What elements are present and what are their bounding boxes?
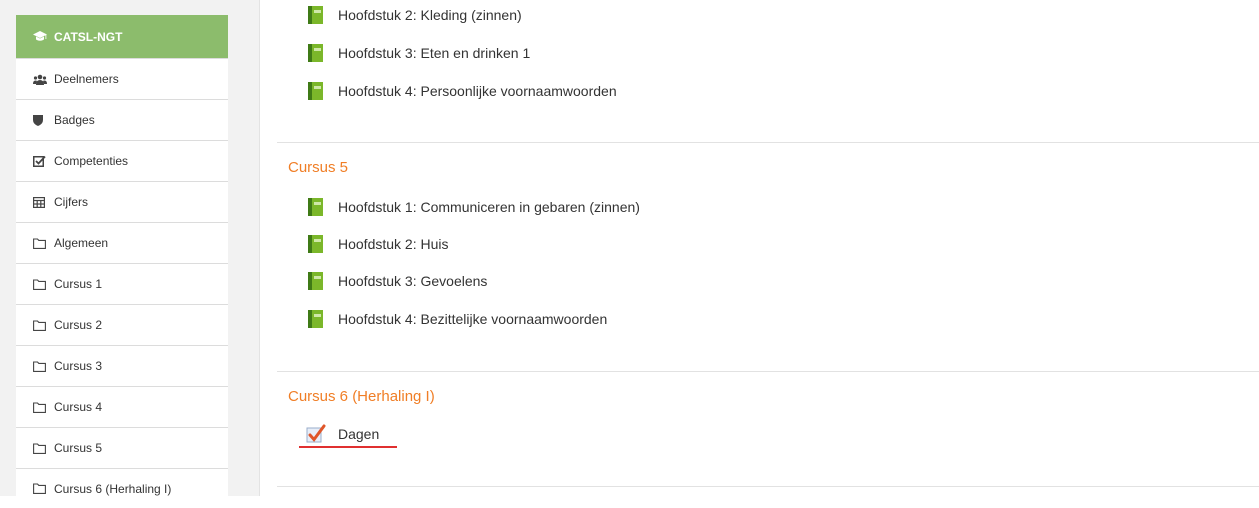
sidebar-item-competencies[interactable]: Competenties — [16, 140, 228, 181]
sidebar-item-label: Cursus 1 — [54, 277, 103, 291]
sidebar-item-label: Badges — [54, 113, 95, 127]
table-icon — [33, 196, 49, 208]
sidebar-item-label: CATSL-NGT — [54, 29, 123, 44]
quiz-check-icon — [306, 424, 326, 443]
activity-label: Hoofdstuk 3: Gevoelens — [338, 273, 488, 289]
sidebar-item-label: Competenties — [54, 154, 129, 168]
sidebar-item-cursus-5[interactable]: Cursus 5 — [16, 427, 228, 468]
activity-book[interactable]: Hoofdstuk 1: Communiceren in gebaren (zi… — [308, 197, 640, 217]
graduation-cap-icon — [33, 31, 49, 42]
sidebar-item-label: Cursus 4 — [54, 400, 103, 414]
book-icon — [308, 198, 323, 216]
section-title: Cursus 5 — [288, 159, 349, 176]
activity-book[interactable]: Hoofdstuk 3: Gevoelens — [308, 271, 487, 291]
folder-icon — [33, 237, 49, 249]
sidebar-item-participants[interactable]: Deelnemers — [16, 58, 228, 99]
folder-icon — [33, 278, 49, 290]
activity-label: Hoofdstuk 1: Communiceren in gebaren (zi… — [338, 199, 640, 215]
activity-label: Hoofdstuk 2: Huis — [338, 236, 449, 252]
highlight-underline — [299, 446, 397, 448]
activity-label: Hoofdstuk 4: Bezittelijke voornaamwoorde… — [338, 311, 608, 327]
sidebar-item-cursus-4[interactable]: Cursus 4 — [16, 386, 228, 427]
sidebar-item-label: Cursus 5 — [54, 441, 103, 455]
book-icon — [308, 310, 323, 328]
book-icon — [308, 82, 323, 100]
folder-icon — [33, 401, 49, 413]
sidebar-item-general[interactable]: Algemeen — [16, 222, 228, 263]
folder-icon — [33, 483, 49, 494]
sidebar-item-label: Cursus 3 — [54, 359, 103, 373]
activity-label: Hoofdstuk 2: Kleding (zinnen) — [338, 7, 522, 23]
book-icon — [308, 6, 323, 24]
sidebar-item-cursus-1[interactable]: Cursus 1 — [16, 263, 228, 304]
sidebar-item-label: Cijfers — [54, 195, 89, 209]
sidebar-item-label: Deelnemers — [54, 72, 119, 86]
activity-label: Hoofdstuk 3: Eten en drinken 1 — [338, 45, 531, 61]
folder-icon — [33, 442, 49, 454]
sidebar-item-cursus-6[interactable]: Cursus 6 (Herhaling I) — [16, 468, 228, 508]
activity-book[interactable]: Hoofdstuk 2: Kleding (zinnen) — [308, 5, 522, 25]
section-divider — [277, 486, 1259, 487]
activity-book[interactable]: Hoofdstuk 4: Bezittelijke voornaamwoorde… — [308, 309, 607, 329]
sidebar-item-grades[interactable]: Cijfers — [16, 181, 228, 222]
course-navigation: CATSL-NGT Deelnemers Badges Competenties… — [16, 15, 228, 508]
activity-label: Hoofdstuk 4: Persoonlijke voornaamwoorde… — [338, 83, 617, 99]
activity-label: Dagen — [338, 426, 380, 442]
section-divider — [277, 371, 1259, 372]
sidebar-item-cursus-2[interactable]: Cursus 2 — [16, 304, 228, 345]
sidebar-item-label: Algemeen — [54, 236, 109, 250]
shield-icon — [33, 114, 49, 126]
sidebar-item-label: Cursus 2 — [54, 318, 103, 332]
folder-icon — [33, 319, 49, 331]
folder-icon — [33, 360, 49, 372]
activity-book[interactable]: Hoofdstuk 4: Persoonlijke voornaamwoorde… — [308, 81, 617, 101]
activity-book[interactable]: Hoofdstuk 3: Eten en drinken 1 — [308, 43, 530, 63]
left-column-border — [259, 0, 260, 496]
activity-book[interactable]: Hoofdstuk 2: Huis — [308, 234, 449, 254]
sidebar-item-label: Cursus 6 (Herhaling I) — [54, 481, 172, 496]
users-icon — [33, 74, 49, 85]
check-square-icon — [33, 155, 49, 167]
sidebar-item-course-home[interactable]: CATSL-NGT — [16, 15, 228, 58]
section-title: Cursus 6 (Herhaling I) — [288, 388, 435, 405]
book-icon — [308, 44, 323, 62]
section-divider — [277, 142, 1259, 143]
book-icon — [308, 235, 323, 253]
sidebar-item-badges[interactable]: Badges — [16, 99, 228, 140]
sidebar-item-cursus-3[interactable]: Cursus 3 — [16, 345, 228, 386]
activity-quiz[interactable]: Dagen — [306, 424, 379, 444]
book-icon — [308, 272, 323, 290]
